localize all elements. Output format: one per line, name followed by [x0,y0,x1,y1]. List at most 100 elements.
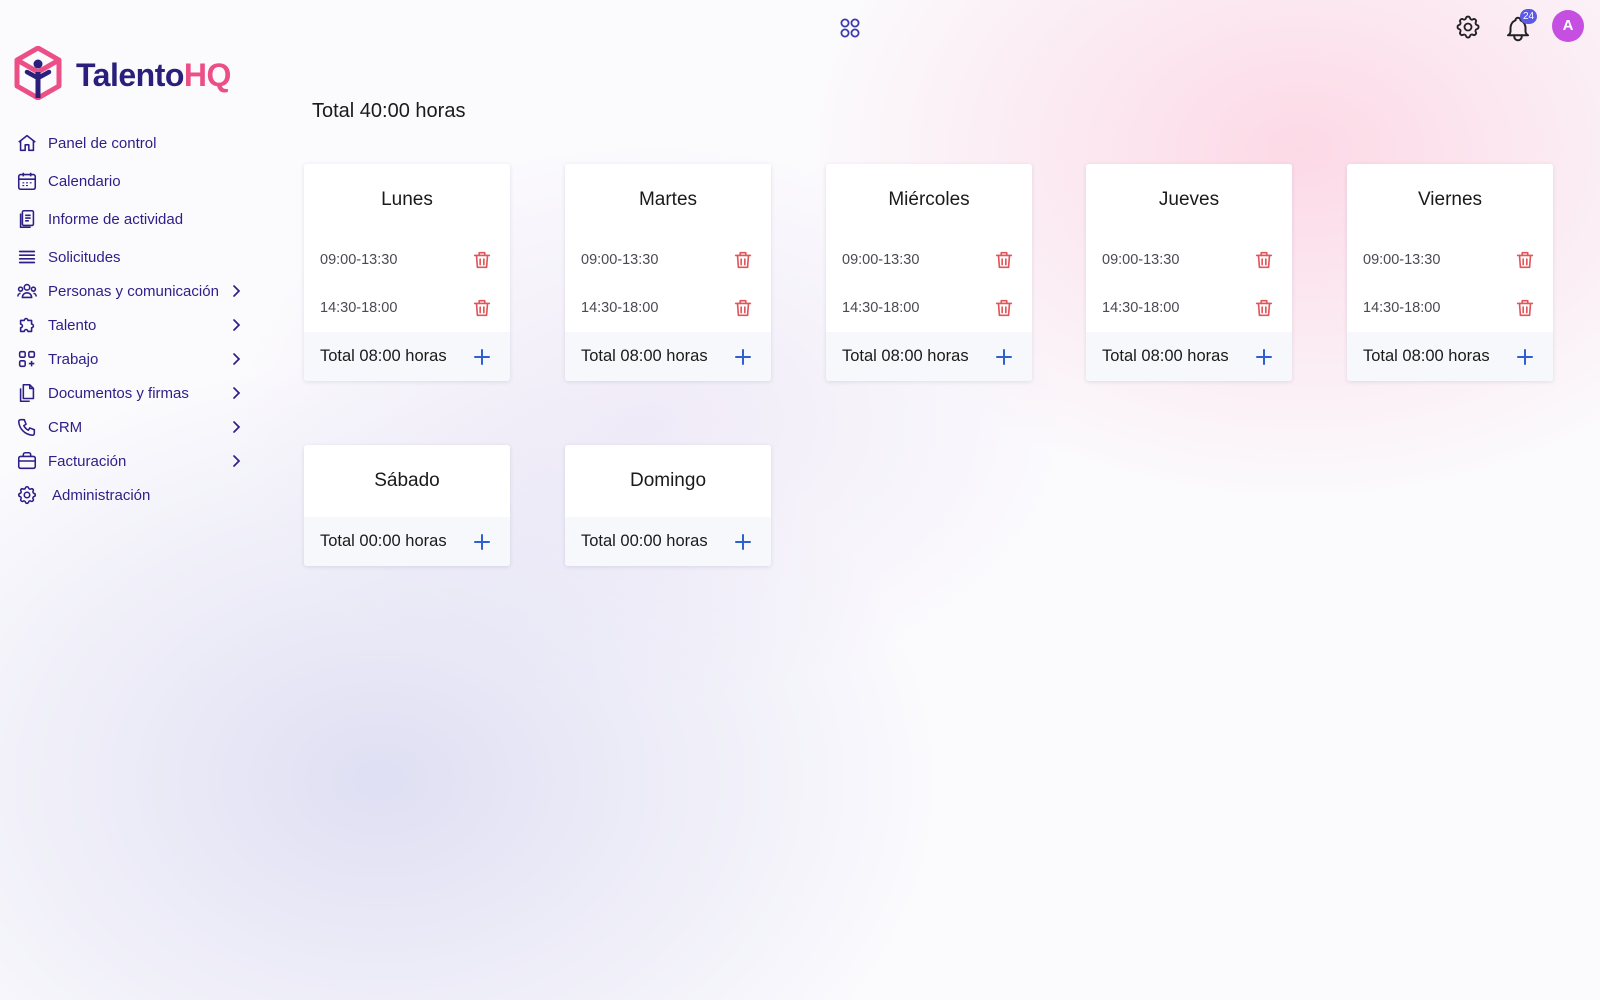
sidebar-item-label: Personas y comunicación [48,282,219,300]
day-total-row: Total 08:00 horas [1347,332,1553,381]
time-slot: 14:30-18:00 [826,284,1032,332]
puzzle-icon [16,314,38,336]
day-total-hours: Total 08:00 horas [320,347,447,365]
sidebar-item-label: Solicitudes [48,248,121,266]
gear-icon [16,484,38,506]
day-total-hours: Total 08:00 horas [581,347,708,365]
notification-count-badge: 24 [1520,9,1537,24]
sidebar-item-panel-de-control[interactable]: Panel de control [16,126,244,160]
sidebar-item-label: Talento [48,316,97,334]
sidebar-item-trabajo[interactable]: Trabajo [16,342,244,376]
sidebar-item-documentos-y-firmas[interactable]: Documentos y firmas [16,376,244,410]
sidebar-item-label: Documentos y firmas [48,384,189,402]
chevron-right-icon [228,453,244,469]
day-total-hours: Total 08:00 horas [1102,347,1229,365]
sidebar-item-label: Trabajo [48,350,99,368]
trash-icon[interactable] [1253,297,1275,319]
day-total-hours: Total 00:00 horas [581,532,708,550]
trash-icon[interactable] [732,249,754,271]
sidebar-item-crm[interactable]: CRM [16,410,244,444]
sidebar-item-talento[interactable]: Talento [16,308,244,342]
day-card-domingo: Domingo Total 00:00 horas [565,445,771,566]
time-slot-range: 14:30-18:00 [1102,300,1180,316]
sidebar-item-label: Facturación [48,452,127,470]
sidebar-item-label: Panel de control [48,134,157,152]
notifications-button[interactable]: 24 [1503,9,1537,45]
day-card-lunes: Lunes 09:00-13:30 14:30-18:00 Total 08:0… [304,164,510,381]
weekly-total-hours: Total 40:00 horas [312,100,466,122]
time-slot: 14:30-18:00 [565,284,771,332]
phone-icon [16,416,38,438]
logo-wordmark: TalentoHQ [76,57,231,93]
time-slot: 09:00-13:30 [1347,236,1553,284]
settings-gear-icon[interactable] [1454,13,1482,41]
day-title: Martes [638,189,698,210]
day-card-sabado: Sábado Total 00:00 horas [304,445,510,566]
briefcase-icon [16,450,38,472]
trash-icon[interactable] [471,249,493,271]
trash-icon[interactable] [1514,297,1536,319]
add-slot-plus-icon[interactable] [733,532,753,552]
day-total-row: Total 00:00 horas [304,517,510,566]
time-slot: 14:30-18:00 [304,284,510,332]
calendar-icon [16,170,38,192]
sidebar-item-informe-de-actividad[interactable]: Informe de actividad [16,202,244,236]
time-slot-range: 09:00-13:30 [320,252,398,268]
day-total-row: Total 08:00 horas [1086,332,1292,381]
time-slot-range: 09:00-13:30 [581,252,659,268]
chevron-right-icon [228,351,244,367]
time-slot: 09:00-13:30 [826,236,1032,284]
chevron-right-icon [228,283,244,299]
sidebar-item-label: Administración [52,486,151,504]
day-title: Domingo [629,470,707,491]
day-card-viernes: Viernes 09:00-13:30 14:30-18:00 Total 08… [1347,164,1553,381]
app-logo[interactable]: TalentoHQ [14,45,231,105]
sidebar-item-solicitudes[interactable]: Solicitudes [16,240,244,274]
trash-icon[interactable] [471,297,493,319]
time-slot-range: 09:00-13:30 [1102,252,1180,268]
sidebar-item-calendario[interactable]: Calendario [16,164,244,198]
day-total-row: Total 08:00 horas [304,332,510,381]
day-total-row: Total 08:00 horas [826,332,1032,381]
add-slot-plus-icon[interactable] [1254,347,1274,367]
time-slot-range: 09:00-13:30 [1363,252,1441,268]
time-slot: 09:00-13:30 [565,236,771,284]
list-icon [16,246,38,268]
time-slot-range: 09:00-13:30 [842,252,920,268]
report-icon [16,208,38,230]
add-slot-plus-icon[interactable] [472,532,492,552]
add-slot-plus-icon[interactable] [472,347,492,367]
day-total-row: Total 08:00 horas [565,332,771,381]
apps-grid-icon[interactable] [838,16,862,40]
sidebar-item-label: Calendario [48,172,121,190]
add-slot-plus-icon[interactable] [994,347,1014,367]
time-slot: 09:00-13:30 [1086,236,1292,284]
add-slot-plus-icon[interactable] [1515,347,1535,367]
day-title: Jueves [1158,189,1220,210]
trash-icon[interactable] [993,297,1015,319]
trash-icon[interactable] [732,297,754,319]
day-card-jueves: Jueves 09:00-13:30 14:30-18:00 Total 08:… [1086,164,1292,381]
user-avatar[interactable]: A [1552,10,1584,42]
trash-icon[interactable] [1514,249,1536,271]
time-slot-range: 14:30-18:00 [1363,300,1441,316]
logo-cube-icon [14,45,62,105]
trash-icon[interactable] [1253,249,1275,271]
day-total-hours: Total 08:00 horas [1363,347,1490,365]
chevron-right-icon [228,385,244,401]
add-slot-plus-icon[interactable] [733,347,753,367]
sidebar-item-facturacion[interactable]: Facturación [16,444,244,478]
time-slot-range: 14:30-18:00 [320,300,398,316]
sidebar-item-label: Informe de actividad [48,210,184,228]
trash-icon[interactable] [993,249,1015,271]
chevron-right-icon [228,317,244,333]
sidebar-item-personas-y-comunicacion[interactable]: Personas y comunicación [16,274,244,308]
time-slot: 14:30-18:00 [1347,284,1553,332]
day-title: Viernes [1417,189,1483,210]
day-card-martes: Martes 09:00-13:30 14:30-18:00 Total 08:… [565,164,771,381]
sidebar-item-administracion[interactable]: Administración [16,478,244,512]
grid-icon [16,348,38,370]
time-slot: 14:30-18:00 [1086,284,1292,332]
sidebar-nav: Panel de control Calendario Informe de a… [16,126,244,512]
time-slot-range: 14:30-18:00 [581,300,659,316]
